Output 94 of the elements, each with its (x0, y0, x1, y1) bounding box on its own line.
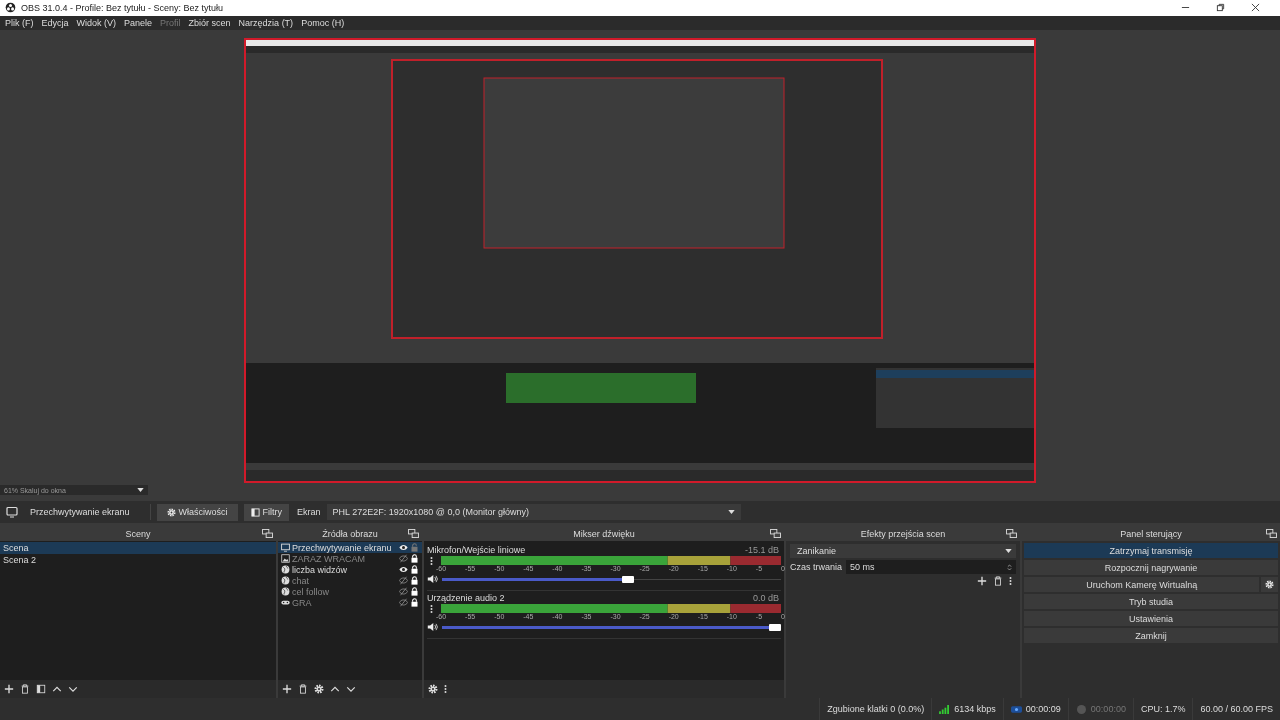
eye-icon[interactable] (399, 543, 408, 553)
monitor-icon (6, 506, 18, 519)
dock-title: Panel sterujący (1120, 529, 1182, 540)
globe-icon (281, 576, 290, 586)
duration-label: Czas trwania (790, 562, 843, 573)
record-time: 00:00:00 (1090, 704, 1126, 715)
source-name[interactable]: chat (292, 575, 397, 586)
menu-item[interactable]: Edycja (41, 17, 69, 28)
dropped-frames: Zgubione klatki 0 (0.0%) (819, 698, 932, 720)
spin-icon (1007, 562, 1012, 572)
restore-icon[interactable] (1216, 3, 1225, 13)
globe-icon (281, 565, 290, 575)
gear-icon (1265, 580, 1275, 590)
trash-icon[interactable] (20, 684, 30, 695)
source-name[interactable]: GRA (292, 597, 397, 608)
lock-icon[interactable] (410, 587, 419, 597)
menu-item[interactable]: Pomoc (H) (301, 17, 345, 28)
speaker-icon[interactable] (427, 622, 438, 633)
menu-item[interactable]: Panele (124, 17, 153, 28)
trash-icon[interactable] (298, 684, 308, 695)
filter-icon (250, 507, 260, 517)
lock-icon[interactable] (410, 576, 419, 586)
close-icon[interactable] (1251, 3, 1260, 13)
more-icon[interactable] (430, 604, 433, 615)
source-name: Przechwytywanie ekranu (30, 507, 130, 518)
stream-time: 00:00:09 (1025, 704, 1061, 715)
display-label: Ekran (297, 507, 321, 518)
control-button[interactable]: Zatrzymaj transmisję (1024, 543, 1278, 559)
globe-icon (281, 587, 290, 597)
display-dropdown[interactable]: PHL 272E2F: 1920x1080 @ 0,0 (Monitor główny) (326, 504, 741, 521)
more-icon[interactable] (1009, 576, 1012, 587)
gear-icon (166, 507, 176, 517)
trash-icon[interactable] (993, 576, 1003, 587)
control-button[interactable]: Tryb studia (1024, 594, 1278, 610)
dock-title: Sceny (125, 529, 151, 540)
add-icon[interactable] (4, 684, 14, 695)
transition-dropdown[interactable]: Zanikanie (790, 544, 1016, 559)
duration-field[interactable]: 50 ms (846, 560, 1016, 575)
lock-icon[interactable] (410, 554, 419, 564)
eye-slash-icon[interactable] (399, 576, 408, 586)
lock-icon[interactable] (410, 598, 419, 608)
add-icon[interactable] (977, 576, 987, 587)
settings-button[interactable] (1261, 577, 1278, 593)
control-button[interactable]: Ustawienia (1024, 611, 1278, 627)
volume-slider[interactable] (442, 575, 781, 583)
bitrate: 6134 kbps (954, 704, 996, 715)
eye-slash-icon[interactable] (399, 554, 408, 564)
image-icon (281, 554, 290, 564)
channel-reading: -15.1 dB (744, 544, 779, 555)
undock-icon[interactable] (408, 529, 419, 539)
more-icon[interactable] (444, 684, 447, 695)
channel-name: Mikrofon/Wejście liniowe (427, 544, 526, 555)
filter-icon[interactable] (36, 684, 46, 695)
dock-title: Mikser dźwięku (573, 529, 635, 540)
caret-icon (727, 510, 735, 515)
monitor-icon (281, 543, 290, 553)
menu-item[interactable]: Zbiór scen (188, 17, 231, 28)
cpu-usage: CPU: 1.7% (1132, 698, 1193, 720)
undock-icon[interactable] (1006, 529, 1017, 539)
caret-icon (137, 488, 144, 493)
channel-name: Urządzenie audio 2 (427, 592, 505, 603)
eye-slash-icon[interactable] (399, 587, 408, 597)
lock-icon[interactable] (410, 565, 419, 575)
undock-icon[interactable] (1266, 529, 1277, 539)
control-button[interactable]: Rozpocznij nagrywanie (1024, 560, 1278, 576)
source-name[interactable]: ZARAZ WRACAM (292, 553, 397, 564)
scene-item[interactable]: Scena (0, 542, 276, 555)
undock-icon[interactable] (770, 529, 781, 539)
eye-slash-icon[interactable] (399, 598, 408, 608)
source-name[interactable]: cel follow (292, 586, 397, 597)
control-button[interactable]: Zamknij (1024, 628, 1278, 644)
menu-item[interactable]: Plik (F) (5, 17, 34, 28)
scene-item[interactable]: Scena 2 (0, 554, 276, 567)
more-icon[interactable] (430, 556, 433, 567)
filters-button[interactable]: Filtry (243, 503, 290, 521)
source-name[interactable]: liczba widzów (292, 564, 397, 575)
gear-icon[interactable] (314, 684, 324, 695)
properties-button[interactable]: Właściwości (156, 503, 238, 521)
menu-item[interactable]: Widok (V) (76, 17, 117, 28)
speaker-icon[interactable] (427, 574, 438, 585)
add-icon[interactable] (282, 684, 292, 695)
window-title: OBS 31.0.4 - Profile: Bez tytułu - Sceny: Bez tytułu (21, 2, 224, 13)
volume-slider[interactable] (442, 623, 781, 631)
signal-icon (939, 704, 951, 714)
dock-title: Źródła obrazu (322, 529, 378, 540)
eye-icon[interactable] (399, 565, 408, 575)
control-button[interactable]: Uruchom Kamerę Wirtualną (1024, 577, 1260, 593)
undock-icon[interactable] (262, 529, 273, 539)
menu-item[interactable]: Narzędzia (T) (238, 17, 294, 28)
fps: 60.00 / 60.00 FPS (1192, 698, 1280, 720)
channel-reading: 0.0 dB (752, 592, 779, 603)
caret-icon (1005, 549, 1012, 554)
dock-title: Efekty przejścia scen (860, 529, 946, 540)
gear-icon[interactable] (428, 684, 438, 695)
